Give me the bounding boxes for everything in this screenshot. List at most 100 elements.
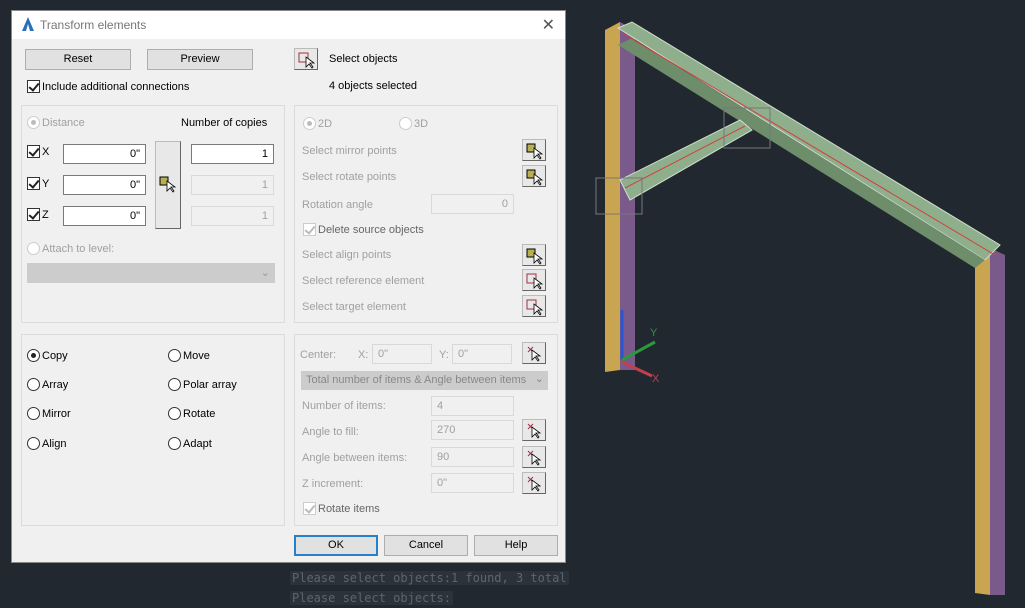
adapt-label: Adapt	[183, 438, 212, 450]
center-x-input[interactable]: 0"	[372, 344, 432, 364]
rotate-items-checkbox[interactable]	[303, 502, 316, 515]
include-connections-checkbox[interactable]	[27, 80, 40, 93]
align-radio[interactable]	[27, 437, 40, 450]
select-align-points-button[interactable]	[522, 244, 546, 266]
adapt-radio[interactable]	[168, 437, 181, 450]
move-radio[interactable]	[168, 349, 181, 362]
pick-angle-between-button[interactable]	[522, 446, 546, 468]
select-element-icon	[526, 299, 544, 316]
align-points-label: Select align points	[302, 249, 392, 261]
angle-between-input[interactable]: 90	[431, 447, 514, 467]
svg-text:Y: Y	[650, 327, 658, 339]
x-checkbox[interactable]	[27, 145, 40, 158]
rotate-radio[interactable]	[168, 407, 181, 420]
items-label: Number of items:	[302, 400, 386, 412]
rotate-points-label: Select rotate points	[302, 171, 397, 183]
mirror-radio[interactable]	[27, 407, 40, 420]
select-reference-element-button[interactable]	[522, 269, 546, 291]
chevron-down-icon: ⌄	[260, 267, 270, 279]
pick-z-increment-button[interactable]	[522, 472, 546, 494]
rotation-angle-input[interactable]: 0	[431, 194, 514, 214]
copies-y-input[interactable]: 1	[191, 175, 274, 195]
rotate-label: Rotate	[183, 408, 216, 420]
cancel-button[interactable]: Cancel	[384, 535, 468, 556]
distance-radio[interactable]	[27, 116, 40, 129]
level-dropdown[interactable]: ⌄	[27, 263, 275, 283]
polar-method-value: Total number of items & Angle between it…	[306, 374, 527, 386]
reset-button[interactable]: Reset	[25, 49, 131, 70]
pick-points-icon	[526, 169, 544, 186]
polar-method-dropdown[interactable]: Total number of items & Angle between it…	[301, 371, 548, 390]
command-history-line: Please select objects:1 found, 3 total	[290, 571, 569, 585]
z-increment-label: Z increment:	[302, 478, 364, 490]
rotation-angle-label: Rotation angle	[302, 199, 373, 211]
pick-center-button[interactable]	[522, 342, 546, 364]
y-label: Y	[42, 178, 50, 190]
items-input[interactable]: 4	[431, 396, 514, 416]
ok-button[interactable]: OK	[294, 535, 378, 556]
select-objects-label: Select objects	[329, 53, 398, 65]
3d-radio[interactable]	[399, 117, 412, 130]
z-label: Z	[42, 209, 49, 221]
polar-array-label: Polar array	[183, 379, 237, 391]
angle-fill-input[interactable]: 270	[431, 420, 514, 440]
between-label: Angle between items:	[302, 452, 408, 464]
center-y-label: Y:	[439, 349, 449, 361]
mode-group	[21, 334, 285, 526]
pick-point-icon	[527, 346, 542, 362]
delete-source-label: Delete source objects	[318, 224, 424, 236]
fill-label: Angle to fill:	[302, 426, 359, 438]
array-radio[interactable]	[27, 378, 40, 391]
select-element-icon	[298, 52, 316, 69]
select-rotate-points-button[interactable]	[522, 165, 546, 187]
3d-label: 3D	[414, 118, 429, 130]
pick-point-icon	[527, 423, 542, 439]
close-icon[interactable]: ✕	[542, 15, 555, 35]
copy-label: Copy	[42, 350, 68, 362]
array-label: Array	[42, 379, 69, 391]
svg-text:X: X	[652, 373, 660, 385]
x-distance-input[interactable]: 0"	[63, 144, 146, 164]
pick-points-icon	[526, 143, 544, 160]
z-distance-input[interactable]: 0"	[63, 206, 146, 226]
pick-distance-button[interactable]	[155, 141, 181, 229]
delete-source-checkbox[interactable]	[303, 223, 316, 236]
copies-x-input[interactable]: 1	[191, 144, 274, 164]
reference-element-label: Select reference element	[302, 275, 425, 287]
objects-selected-status: 4 objects selected	[329, 80, 418, 92]
command-prompt-line[interactable]: Please select objects:	[290, 591, 453, 605]
chevron-down-icon: ⌄	[534, 373, 544, 385]
z-checkbox[interactable]	[27, 208, 40, 221]
move-label: Move	[183, 350, 210, 362]
select-element-icon	[526, 273, 544, 290]
center-x-label: X:	[358, 349, 369, 361]
2d-label: 2D	[318, 118, 333, 130]
y-checkbox[interactable]	[27, 177, 40, 190]
attach-level-label: Attach to level:	[42, 243, 115, 255]
attach-level-radio[interactable]	[27, 242, 40, 255]
select-target-element-button[interactable]	[522, 295, 546, 317]
title-bar: Transform elements ✕	[12, 11, 565, 39]
preview-button[interactable]: Preview	[147, 49, 253, 70]
pick-point-icon	[527, 476, 542, 492]
right-column	[975, 248, 1005, 595]
target-element-label: Select target element	[302, 301, 406, 313]
select-mirror-points-button[interactable]	[522, 139, 546, 161]
mirror-label: Mirror	[42, 408, 71, 420]
center-label: Center:	[300, 349, 337, 361]
align-label: Align	[42, 438, 67, 450]
pick-points-icon	[159, 176, 177, 193]
copies-z-input[interactable]: 1	[191, 206, 274, 226]
select-objects-button[interactable]	[294, 48, 318, 70]
z-increment-input[interactable]: 0"	[431, 473, 514, 493]
y-distance-input[interactable]: 0"	[63, 175, 146, 195]
2d-radio[interactable]	[303, 117, 316, 130]
pick-angle-fill-button[interactable]	[522, 419, 546, 441]
include-connections-label: Include additional connections	[42, 81, 190, 93]
mirror-points-label: Select mirror points	[302, 145, 397, 157]
polar-array-radio[interactable]	[168, 378, 181, 391]
center-y-input[interactable]: 0"	[452, 344, 512, 364]
help-button[interactable]: Help	[474, 535, 558, 556]
x-label: X	[42, 146, 50, 158]
copy-radio[interactable]	[27, 349, 40, 362]
